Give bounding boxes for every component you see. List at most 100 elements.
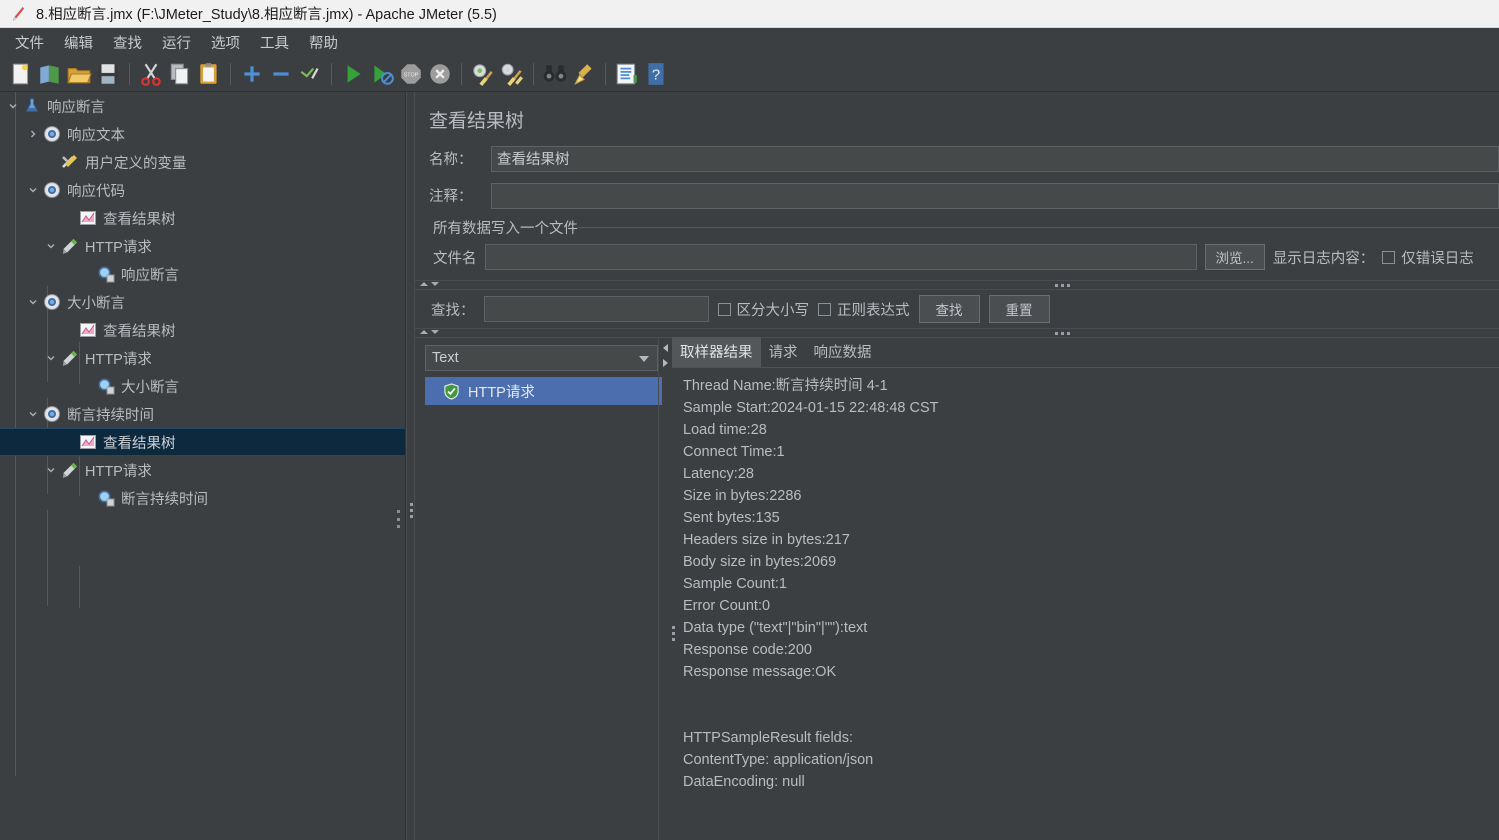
chevron-down-icon[interactable] [42,456,60,484]
new-button[interactable] [8,61,34,87]
tab-panel-grip[interactable] [672,626,675,641]
chevron-down-icon[interactable] [42,344,60,372]
split-collapse-arrows[interactable] [420,330,439,334]
checkbox-box[interactable] [818,302,831,316]
chevron-down-icon[interactable] [24,288,42,316]
split-collapse-arrows[interactable] [420,282,439,286]
clear-button[interactable] [470,61,496,87]
menu-help[interactable]: 帮助 [300,29,347,56]
comment-input[interactable] [491,182,1499,209]
results-left-column: Text HTTP请求 [415,338,662,840]
tree-node-user-defined-variables[interactable]: 用户定义的变量 [0,148,405,176]
upper-split-bar[interactable] [415,280,1499,290]
checkbox-box[interactable] [717,302,731,316]
chevron-down-icon[interactable] [639,356,649,362]
chevron-right-icon[interactable] [24,120,42,148]
scroll-left-icon[interactable] [663,344,668,352]
list-item[interactable]: HTTP请求 [425,377,662,405]
arrow-down-icon[interactable] [431,282,439,286]
expand-all-button[interactable] [239,61,265,87]
save-button[interactable] [95,61,121,87]
find-button[interactable]: 查找 [918,295,980,323]
chevron-down-icon[interactable] [42,232,60,260]
renderer-selected-value: Text [432,350,459,366]
menu-run[interactable]: 运行 [153,29,200,56]
tree-main-splitter[interactable] [406,92,415,840]
search-button[interactable] [542,61,568,87]
menu-options[interactable]: 选项 [202,29,249,56]
copy-button[interactable] [167,61,193,87]
sample-result-list[interactable]: HTTP请求 [425,377,662,405]
arrow-up-icon[interactable] [420,330,428,334]
toggle-button[interactable] [297,61,323,87]
tree-node-duration-assertion[interactable]: 断言持续时间 [0,484,405,512]
group-title: 所有数据写入一个文件 [427,217,578,238]
lower-split-bar[interactable] [415,328,1499,338]
view-results-icon [78,432,98,452]
checkbox-box[interactable] [1382,250,1396,264]
errors-only-checkbox[interactable]: 仅错误日志 [1382,247,1474,268]
sampler-result-text[interactable]: Thread Name:断言持续时间 4-1 Sample Start:2024… [672,367,1499,840]
tree-node-view-results-tree[interactable]: 查看结果树 [0,316,405,344]
paste-button[interactable] [196,61,222,87]
browse-button[interactable]: 浏览... [1204,244,1265,270]
tree-node-view-results-tree[interactable]: 查看结果树 [0,204,405,232]
tree-node-http-request[interactable]: HTTP请求 [0,456,405,484]
scroll-right-icon[interactable] [663,359,668,367]
name-input[interactable] [491,145,1499,172]
menu-edit[interactable]: 编辑 [55,29,102,56]
help-button[interactable]: ? [643,61,669,87]
menu-tools[interactable]: 工具 [251,29,298,56]
tree-node-thread-group[interactable]: 大小断言 [0,288,405,316]
tree-node-thread-group[interactable]: 断言持续时间 [0,400,405,428]
tree-node-test-plan[interactable]: 响应断言 [0,92,405,120]
reset-search-button[interactable] [571,61,597,87]
open-button[interactable] [66,61,92,87]
tab-request[interactable]: 请求 [761,337,806,367]
case-sensitive-checkbox[interactable]: 区分大小写 [717,299,809,320]
splitter-grip[interactable] [410,503,413,518]
tree-node-view-results-tree-selected[interactable]: 查看结果树 [0,428,405,456]
templates-button[interactable] [37,61,63,87]
search-input[interactable] [483,296,709,322]
tree-node-response-assertion[interactable]: 响应断言 [0,260,405,288]
tab-response-data[interactable]: 响应数据 [806,337,880,367]
reset-button[interactable]: 重置 [988,295,1050,323]
tab-sampler-result[interactable]: 取样器结果 [672,337,761,367]
tree-node-thread-group[interactable]: 响应文本 [0,120,405,148]
start-no-pauses-button[interactable] [369,61,395,87]
thread-group-icon [42,180,62,200]
clear-all-button[interactable] [499,61,525,87]
split-grip[interactable] [1055,332,1070,335]
chevron-down-icon[interactable] [24,400,42,428]
tree-node-http-request[interactable]: HTTP请求 [0,232,405,260]
renderer-select[interactable]: Text [425,345,658,371]
tree-node-label: 响应文本 [67,127,125,144]
start-button[interactable] [340,61,366,87]
cut-button[interactable] [138,61,164,87]
chevron-down-icon[interactable] [4,92,22,120]
regex-checkbox[interactable]: 正则表达式 [818,299,910,320]
tab-scroll-buttons[interactable] [658,338,672,840]
collapse-all-button[interactable] [268,61,294,87]
function-helper-button[interactable] [614,61,640,87]
shutdown-button[interactable] [427,61,453,87]
arrow-down-icon[interactable] [431,330,439,334]
filename-input[interactable] [484,244,1197,270]
menu-search[interactable]: 查找 [104,29,151,56]
arrow-up-icon[interactable] [420,282,428,286]
chevron-down-icon[interactable] [24,176,42,204]
assertion-icon [96,264,116,284]
toolbar-separator [129,62,130,85]
test-plan-tree[interactable]: 响应断言 响应文本 用户定义的变量 响应代码 查看结果树 HTTP请求 响应断言… [0,92,406,840]
binoculars-icon [543,64,567,82]
tree-node-thread-group[interactable]: 响应代码 [0,176,405,204]
tree-node-size-assertion[interactable]: 大小断言 [0,372,405,400]
result-detail-tabs: 取样器结果 请求 响应数据 Thread Name:断言持续时间 4-1 Sam… [672,337,1499,840]
stop-button[interactable]: STOP [398,61,424,87]
tree-node-http-request[interactable]: HTTP请求 [0,344,405,372]
menu-file[interactable]: 文件 [6,29,53,56]
split-grip[interactable] [1055,284,1070,287]
